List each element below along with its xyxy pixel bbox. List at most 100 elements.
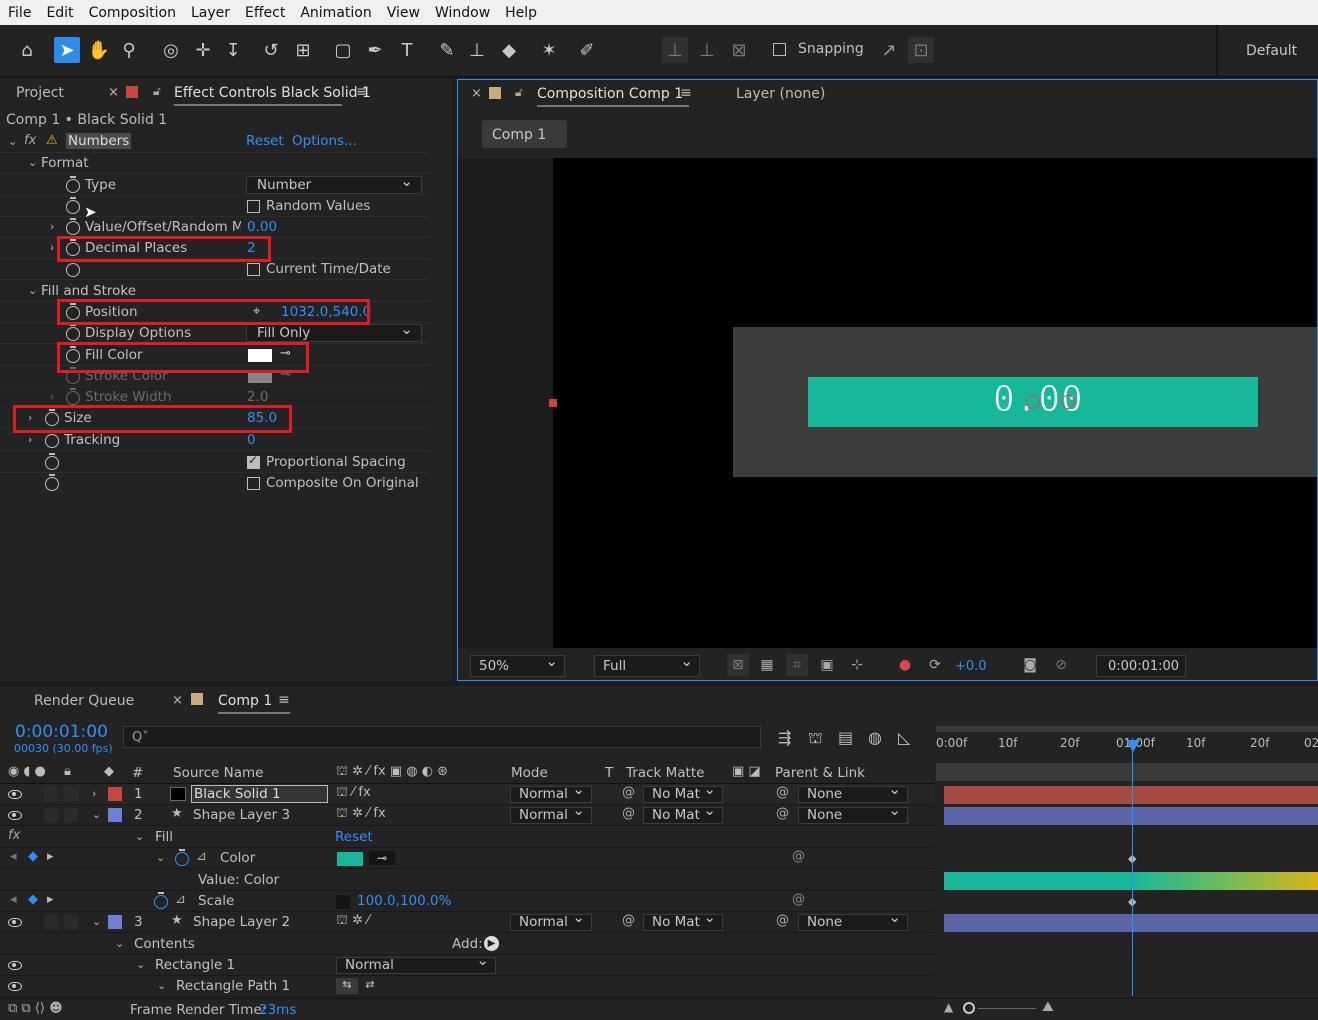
composite-checkbox[interactable] (247, 477, 260, 490)
exposure-value[interactable]: +0.0 (955, 659, 987, 674)
anchor-point-tool-icon[interactable]: ⊞ (290, 37, 316, 63)
stopwatch-icon[interactable] (66, 324, 80, 341)
hand-tool-icon[interactable]: ✋ (86, 37, 112, 63)
display-options-dropdown[interactable]: Fill Only (246, 321, 422, 342)
menu-effect[interactable]: Effect (237, 5, 292, 21)
world-axis-icon[interactable]: ⊥ (694, 37, 720, 63)
zoom-dropdown[interactable]: 50% (470, 651, 565, 677)
pen-tool-icon[interactable]: ✒ (362, 37, 388, 63)
menu-view[interactable]: View (379, 5, 427, 21)
eye-icon[interactable] (8, 961, 22, 970)
stopwatch-icon[interactable] (66, 218, 80, 235)
rectangle-tool-icon[interactable]: ▢ (330, 37, 356, 63)
motion-blur-icon[interactable]: ◍ (868, 728, 882, 747)
menu-help[interactable]: Help (497, 5, 544, 21)
menu-composition[interactable]: Composition (81, 5, 183, 21)
zoom-out-icon[interactable]: ▲ (944, 1000, 953, 1014)
frame-blending-icon[interactable]: ▤ (838, 728, 853, 747)
audio-toggle[interactable] (44, 915, 58, 929)
layer-name[interactable]: Shape Layer 3 (193, 807, 290, 823)
stopwatch-icon[interactable] (45, 453, 59, 470)
path-direction-reverse-icon[interactable]: ⇄ (360, 978, 380, 994)
menu-edit[interactable]: Edit (38, 5, 80, 21)
expression-pickwhip-icon[interactable]: @ (792, 849, 805, 864)
color-channels-icon[interactable]: ● (894, 654, 916, 676)
fill-reset-link[interactable]: Reset (335, 829, 373, 845)
puppet-pin-icon[interactable]: ✐ (574, 37, 600, 63)
effect-name[interactable]: Numbers (66, 133, 132, 149)
anchor-marker[interactable] (549, 399, 557, 407)
chevron-down-icon[interactable]: ⌄ (8, 135, 17, 148)
chevron-right-icon[interactable]: › (28, 433, 32, 446)
transparency-grid-icon[interactable]: ▦ (756, 654, 778, 676)
timeline-current-time[interactable]: 0:00:01:00 (15, 722, 108, 742)
clone-stamp-icon[interactable]: ⊥ (464, 37, 490, 63)
chevron-right-icon[interactable]: › (92, 787, 96, 800)
layer-2-duration-bar[interactable] (944, 807, 1318, 825)
solo-toggle[interactable] (64, 787, 78, 801)
pick-whip-icon[interactable]: @ (776, 785, 789, 800)
next-keyframe-icon[interactable]: ▸ (47, 892, 54, 907)
chevron-down-icon[interactable]: ⌄ (92, 915, 101, 928)
position-handle-icon[interactable] (1026, 395, 1040, 409)
ruler-work-area[interactable] (936, 763, 1318, 781)
lock-icon[interactable]: 🔓︎ (153, 84, 161, 99)
parent-dropdown[interactable]: None (798, 910, 908, 931)
brush-tool-icon[interactable]: ✎ (434, 37, 460, 63)
current-time-display[interactable]: 0:00:01:00 (1096, 655, 1186, 677)
snap-options-icon[interactable]: ↗ (876, 37, 902, 63)
parent-dropdown[interactable]: None (798, 803, 908, 824)
selection-tool-icon[interactable]: ➤ (54, 37, 80, 63)
snap-grid-icon[interactable]: ⊡ (908, 37, 934, 63)
panel-menu-icon[interactable]: ≡ (356, 84, 368, 100)
close-icon[interactable]: × (108, 85, 119, 100)
layer-row-2[interactable]: ⌄ 2 ★ Shape Layer 3 ⛫ ✲ ⁄ fx Normal @ No… (0, 803, 935, 826)
tab-comp1[interactable]: Comp 1 (218, 693, 272, 709)
comp-breadcrumb-button[interactable]: Comp 1 (482, 120, 567, 148)
value-color-graph[interactable] (944, 872, 1318, 890)
chevron-down-icon[interactable]: ⌄ (115, 937, 124, 950)
menu-layer[interactable]: Layer (183, 5, 237, 21)
path-direction-icon[interactable]: ⇆ (336, 978, 358, 994)
chevron-down-icon[interactable]: ⌄ (92, 808, 101, 821)
add-button-icon[interactable]: ▶ (484, 936, 499, 951)
fx-icon[interactable]: fx (8, 828, 20, 843)
layer-row-1[interactable]: › 1 Black Solid 1 ⛫ ⁄ fx Normal @ No Mat… (0, 782, 935, 805)
zoom-in-icon[interactable]: ⛰ (1042, 999, 1054, 1015)
layer-row-3[interactable]: ⌄ 3 ★ Shape Layer 2 ⛫ ✲ ⁄ Normal @ No Ma… (0, 910, 935, 933)
mode-dropdown[interactable]: Normal (510, 803, 592, 824)
resolution-dropdown[interactable]: Full (594, 651, 700, 677)
layer-label-color[interactable] (108, 915, 122, 929)
chevron-down-icon[interactable]: ⌄ (157, 979, 166, 992)
reset-link[interactable]: Reset (246, 133, 284, 149)
chevron-right-icon[interactable]: › (50, 220, 54, 233)
pick-whip-icon[interactable]: @ (776, 806, 789, 821)
mode-dropdown[interactable]: Normal (510, 910, 592, 931)
random-values-checkbox[interactable] (247, 200, 260, 213)
chevron-down-icon[interactable]: ⌄ (156, 851, 165, 864)
chevron-down-icon[interactable]: ⌄ (28, 284, 37, 297)
tab-effect-controls[interactable]: Effect Controls Black Solid 1 (174, 85, 371, 101)
roto-brush-icon[interactable]: ✶ (536, 37, 562, 63)
anchor-handle-icon[interactable] (1061, 395, 1075, 409)
mask-path-icon[interactable]: ⌗ (786, 654, 808, 676)
graph-icon[interactable]: ⊿ (196, 849, 207, 864)
track-matte-dropdown[interactable]: No Mat (643, 803, 723, 824)
layer-name-input[interactable]: Black Solid 1 (191, 785, 328, 803)
dolly-camera-icon[interactable]: ↧ (220, 37, 246, 63)
layer-label-color[interactable] (108, 787, 122, 801)
timeline-search-input[interactable]: Q˅ (123, 726, 761, 748)
next-keyframe-icon[interactable]: ▸ (47, 849, 54, 864)
stopwatch-icon[interactable] (66, 176, 80, 193)
time-ruler[interactable]: 0:00f 10f 20f 01:00f 10f 20f 02 (936, 722, 1318, 762)
show-snapshot-icon[interactable]: ⊘ (1050, 654, 1072, 676)
type-tool-icon[interactable]: T (394, 37, 420, 63)
tab-render-queue[interactable]: Render Queue (34, 693, 134, 709)
prev-keyframe-icon[interactable]: ◂ (10, 849, 17, 864)
work-area-bar[interactable] (936, 726, 1318, 732)
comp-mini-flowchart-icon[interactable]: ⇶ (778, 728, 791, 747)
keyframe-diamond-icon[interactable]: ◆ (28, 849, 38, 864)
solo-toggle[interactable] (64, 915, 78, 929)
snapping-checkbox[interactable] (773, 43, 786, 56)
prev-keyframe-icon[interactable]: ◂ (10, 892, 17, 907)
